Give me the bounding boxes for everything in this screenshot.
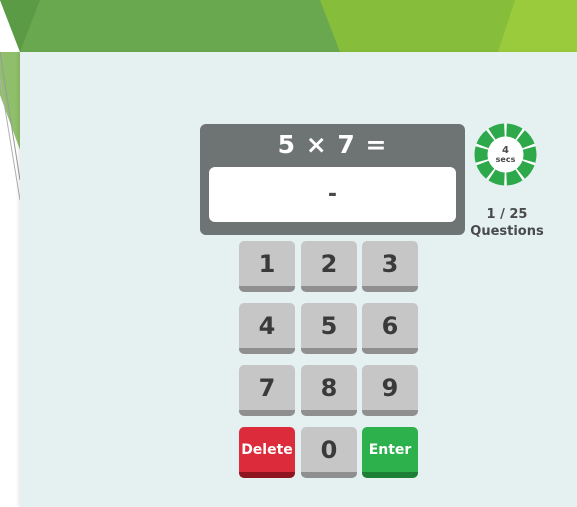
question-text: 5 × 7 = (277, 130, 388, 159)
key-3[interactable]: 3 (362, 241, 418, 292)
key-7[interactable]: 7 (239, 365, 295, 416)
left-green-sliver (0, 52, 20, 150)
key-2[interactable]: 2 (301, 241, 357, 292)
timer-unit: secs (495, 154, 516, 164)
key-5[interactable]: 5 (301, 303, 357, 354)
answer-field[interactable]: - (209, 167, 456, 222)
game-panel (20, 52, 577, 507)
delete-button[interactable]: Delete (239, 427, 295, 478)
progress-label: Questions (470, 223, 544, 239)
timer-center: 4 secs (474, 123, 537, 186)
timer-value: 4 (502, 144, 509, 156)
question-display: 5 × 7 = - (200, 124, 465, 235)
key-4[interactable]: 4 (239, 303, 295, 354)
timer: 4 secs (474, 123, 537, 186)
key-8[interactable]: 8 (301, 365, 357, 416)
enter-button[interactable]: Enter (362, 427, 418, 478)
progress-count: 1 / 25 (486, 207, 528, 222)
key-6[interactable]: 6 (362, 303, 418, 354)
question-progress: 1 / 25 Questions (466, 207, 548, 241)
key-1[interactable]: 1 (239, 241, 295, 292)
key-9[interactable]: 9 (362, 365, 418, 416)
key-0[interactable]: 0 (301, 427, 357, 478)
